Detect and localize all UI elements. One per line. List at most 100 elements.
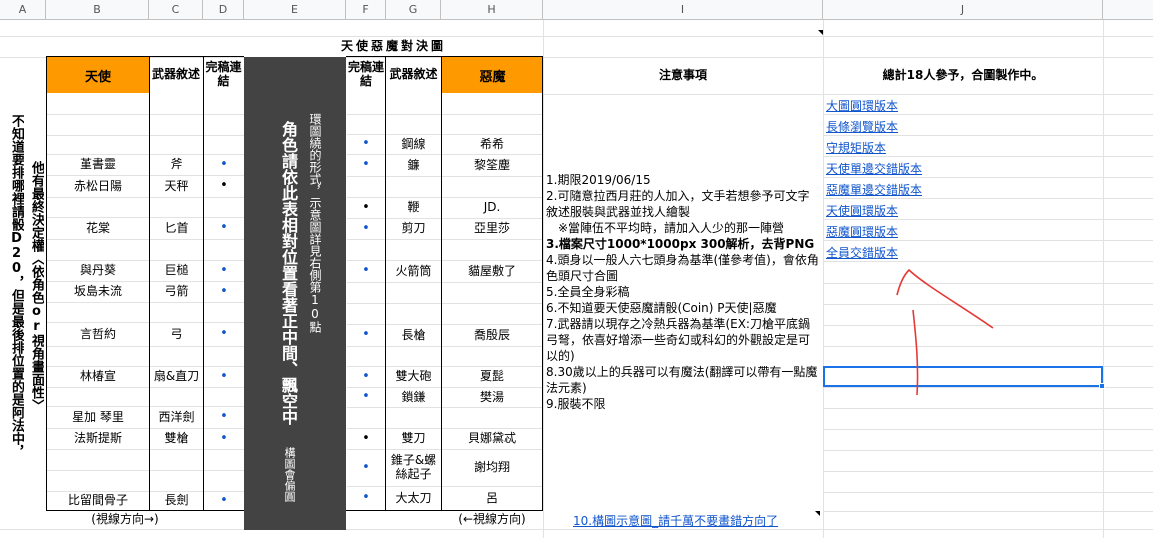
demon-weapon-cell: [386, 347, 441, 367]
demon-link-cell[interactable]: •: [347, 219, 385, 240]
note-5: 5.全員全身彩稿: [546, 285, 630, 299]
demon-name-cell: 呂: [442, 487, 542, 511]
left-note-decision: 他有最終決定權〈依角色or視角畫面性〉: [29, 160, 44, 412]
demon-name-cell: [442, 115, 542, 135]
demon-link-header: 完稿連結: [347, 60, 384, 88]
link-rule-version[interactable]: 守規矩版本: [826, 139, 886, 156]
grid-line: [823, 450, 1153, 451]
angel-name-cell: 堇書靈: [47, 155, 149, 176]
angel-link-cell[interactable]: •: [204, 176, 244, 198]
demon-direction: (←視線方向): [458, 511, 526, 526]
angel-name-cell: [47, 450, 149, 471]
demon-link-cell[interactable]: •: [347, 429, 385, 450]
demon-link-cell[interactable]: •: [347, 135, 385, 155]
angel-name-cell: 比留間骨子: [47, 492, 149, 511]
angel-link-cell[interactable]: •: [204, 407, 244, 429]
demon-link-cell[interactable]: •: [347, 198, 385, 219]
column-header-h[interactable]: H: [441, 0, 543, 20]
column-header-e[interactable]: E: [244, 0, 346, 20]
left-note-dice: 不知道要排哪裡請骰D20，但是最後排位置的是阿法中，: [9, 114, 24, 458]
demon-link-cell: [347, 177, 385, 198]
demon-link-cell[interactable]: •: [347, 388, 385, 408]
center-sub-text-2: 構圖會偏圓: [283, 446, 296, 502]
border-line: [46, 510, 244, 511]
demon-link-cell[interactable]: •: [347, 450, 385, 487]
angel-name-cell: 星加 琴里: [47, 407, 149, 429]
angel-link-cell[interactable]: •: [204, 282, 244, 303]
angel-link-cell[interactable]: •: [204, 367, 244, 388]
column-header-c[interactable]: C: [149, 0, 203, 20]
grid-line: [823, 20, 824, 538]
angel-name-cell: [47, 94, 149, 115]
angel-link-cell: [204, 198, 244, 218]
demon-link-cell[interactable]: •: [347, 487, 385, 511]
angel-weapon-cell: 雙槍: [150, 429, 203, 450]
column-header-i[interactable]: I: [543, 0, 823, 20]
angel-link-cell[interactable]: •: [204, 218, 244, 240]
angel-link-cell: [204, 388, 244, 407]
angel-link-cell[interactable]: •: [204, 429, 244, 450]
angel-weapon-cell: 扇&直刀: [150, 367, 203, 388]
demon-weapon-cell: [386, 115, 441, 135]
demon-name-cell: [442, 283, 542, 304]
demon-link-cell: [347, 94, 385, 115]
angel-link-cell[interactable]: •: [204, 155, 244, 176]
link-big-ring[interactable]: 大圖圓環版本: [826, 97, 898, 114]
demon-link-cell: [347, 240, 385, 261]
demon-link-cell[interactable]: •: [347, 261, 385, 283]
column-header-j[interactable]: J: [823, 0, 1103, 20]
grid-line: [0, 36, 1153, 37]
link-angel-alternate[interactable]: 天使單邊交錯版本: [826, 160, 922, 177]
demon-weapon-cell: 剪刀: [386, 219, 441, 240]
demon-link-cell[interactable]: •: [347, 155, 385, 177]
grid-line: [823, 198, 1153, 199]
column-header-f[interactable]: F: [346, 0, 386, 20]
demon-weapon-cell: 長槍: [386, 325, 441, 347]
border-line: [346, 510, 543, 511]
angel-link-cell[interactable]: •: [204, 492, 244, 511]
note-4: 4.頭身以一般人六七頭身為基準(僅參考值)，會依角色頭尺寸合圖: [546, 253, 819, 283]
angel-name-cell: [47, 115, 149, 136]
demon-link-cell[interactable]: •: [347, 367, 385, 388]
angel-header: 天使: [47, 57, 149, 93]
angel-link-cell[interactable]: •: [204, 323, 244, 347]
angel-weapon-cell: [150, 347, 203, 367]
grid-line: [823, 240, 1153, 241]
link-strip-view[interactable]: 長條瀏覽版本: [826, 118, 898, 135]
angel-name-cell: [47, 198, 149, 218]
column-header-b[interactable]: B: [46, 0, 149, 20]
angel-link-cell[interactable]: •: [204, 261, 244, 282]
angel-weapon-cell: [150, 115, 203, 136]
grid-line: [823, 219, 1153, 220]
demon-weapon-cell: 鋼線: [386, 135, 441, 155]
column-header-a[interactable]: A: [0, 0, 46, 20]
demon-header: 惡魔: [442, 57, 543, 93]
demon-link-cell: [347, 347, 385, 367]
demon-name-cell: [442, 94, 542, 115]
column-header-d[interactable]: D: [203, 0, 244, 20]
border-line: [203, 56, 204, 511]
column-header-g[interactable]: G: [386, 0, 441, 20]
grid-line: [1103, 20, 1104, 538]
angel-name-cell: [47, 347, 149, 367]
note-2-sub: ※當陣伍不平均時，請加入人少的那一陣營: [558, 221, 785, 235]
comment-marker: [818, 30, 823, 35]
column-header-bar: A B C D E F G H I J: [0, 0, 1153, 20]
demon-weapon-cell: 鎖鎌: [386, 388, 441, 408]
angel-weapon-cell: [150, 450, 203, 471]
demon-weapon-cell: 雙刀: [386, 429, 441, 450]
link-angel-ring[interactable]: 天使圓環版本: [826, 202, 898, 219]
link-demon-ring[interactable]: 惡魔圓環版本: [826, 223, 898, 240]
link-demon-alternate[interactable]: 惡魔單邊交錯版本: [826, 181, 922, 198]
center-sub-text: 環圖繞的形式，示意圖詳見右側第10點: [308, 113, 322, 333]
note-7: 7.武器請以現存之冷熱兵器為基準(EX:刀槍平底鍋弓弩，依喜好增添一些奇幻或科幻…: [546, 317, 811, 363]
note-3: 3.檔案尺寸1000*1000px 300解析，去背PNG: [546, 237, 815, 251]
angel-weapon-cell: 斧: [150, 155, 203, 176]
demon-weapon-cell: [386, 240, 441, 261]
note-10-link[interactable]: 10.構圖示意圖_請千萬不要畫錯方向了: [573, 512, 778, 529]
demon-weapon-cell: [386, 283, 441, 304]
fill-handle[interactable]: [1099, 383, 1105, 389]
grid-line: [543, 94, 1153, 95]
demon-link-cell[interactable]: •: [347, 325, 385, 347]
demon-name-cell: 貝娜黛忒: [442, 429, 542, 450]
